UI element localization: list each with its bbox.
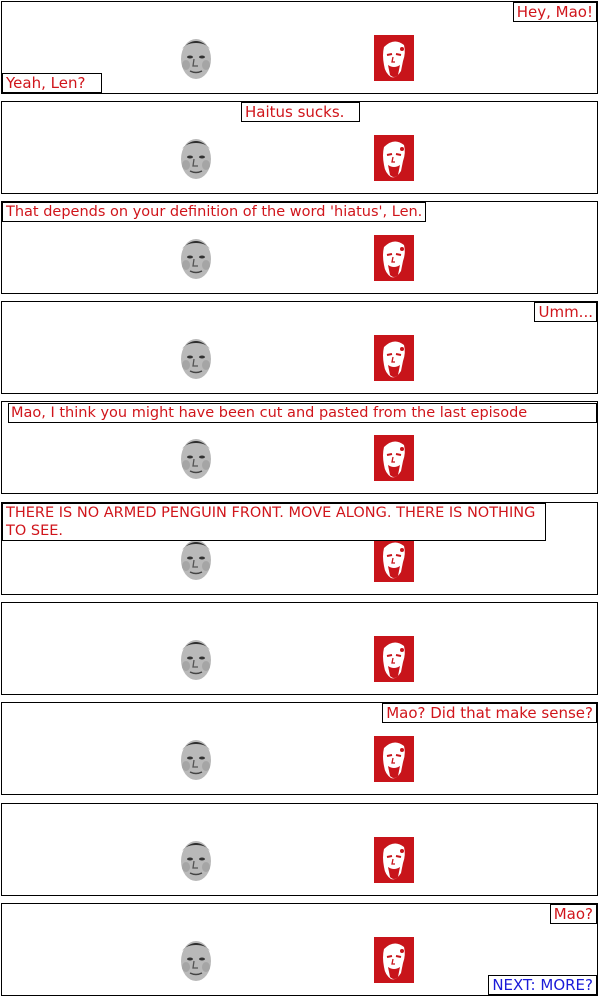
speech-bubble: THERE IS NO ARMED PENGUIN FRONT. MOVE AL…: [2, 503, 546, 541]
mao-face-icon: [176, 235, 216, 281]
speech-bubble: Yeah, Len?: [2, 73, 102, 93]
comic-panel: That depends on your definition of the w…: [1, 201, 598, 294]
comic-panel: Mao? NEXT: MORE?: [1, 903, 598, 996]
mao-face-icon: [176, 937, 216, 983]
speech-bubble: Mao, I think you might have been cut and…: [8, 403, 597, 423]
comic-panel: Umm...: [1, 301, 598, 394]
next-comic-link[interactable]: NEXT: MORE?: [488, 975, 597, 995]
lenin-face-icon: [374, 135, 414, 181]
mao-face-icon: [176, 135, 216, 181]
speech-bubble: That depends on your definition of the w…: [2, 202, 427, 222]
mao-face-icon: [176, 736, 216, 782]
lenin-face-icon: [374, 837, 414, 883]
lenin-face-icon: [374, 435, 414, 481]
mao-face-icon: [176, 837, 216, 883]
lenin-face-icon: [374, 937, 414, 983]
lenin-face-icon: [374, 736, 414, 782]
comic-panel: [1, 602, 598, 695]
speech-bubble: Hey, Mao!: [512, 2, 597, 22]
comic-panel: Haitus sucks.: [1, 101, 598, 194]
speech-bubble: Haitus sucks.: [241, 102, 360, 122]
mao-face-icon: [176, 636, 216, 682]
lenin-face-icon: [374, 35, 414, 81]
speech-bubble: Mao? Did that make sense?: [382, 703, 597, 723]
mao-face-icon: [176, 536, 216, 582]
lenin-face-icon: [374, 636, 414, 682]
comic-panel: THERE IS NO ARMED PENGUIN FRONT. MOVE AL…: [1, 502, 598, 595]
mao-face-icon: [176, 35, 216, 81]
lenin-face-icon: [374, 335, 414, 381]
comic-panel: [1, 803, 598, 896]
speech-bubble: Mao?: [549, 904, 597, 924]
speech-bubble: Umm...: [534, 302, 597, 322]
comic-panel: Mao, I think you might have been cut and…: [1, 401, 598, 494]
comic-panel: Hey, Mao! Yeah, Len?: [1, 1, 598, 94]
mao-face-icon: [176, 435, 216, 481]
mao-face-icon: [176, 335, 216, 381]
lenin-face-icon: [374, 235, 414, 281]
comic-panel: Mao? Did that make sense?: [1, 702, 598, 795]
lenin-face-icon: [374, 536, 414, 582]
